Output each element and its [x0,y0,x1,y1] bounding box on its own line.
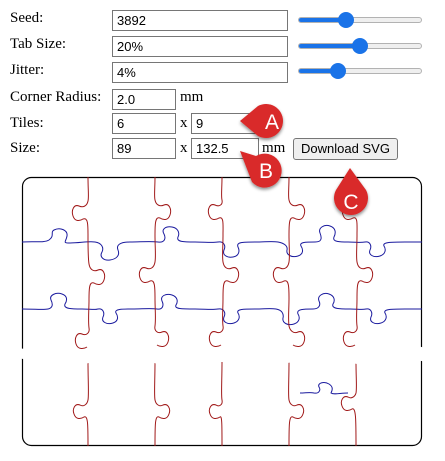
callout-c-marker: C [334,168,368,216]
puzzle-preview: A B C [21,103,423,447]
callout-c-label: C [343,191,358,214]
callout-a-label: A [265,111,279,134]
callout-a-marker: A [240,103,284,138]
callout-b-label: B [259,160,273,183]
